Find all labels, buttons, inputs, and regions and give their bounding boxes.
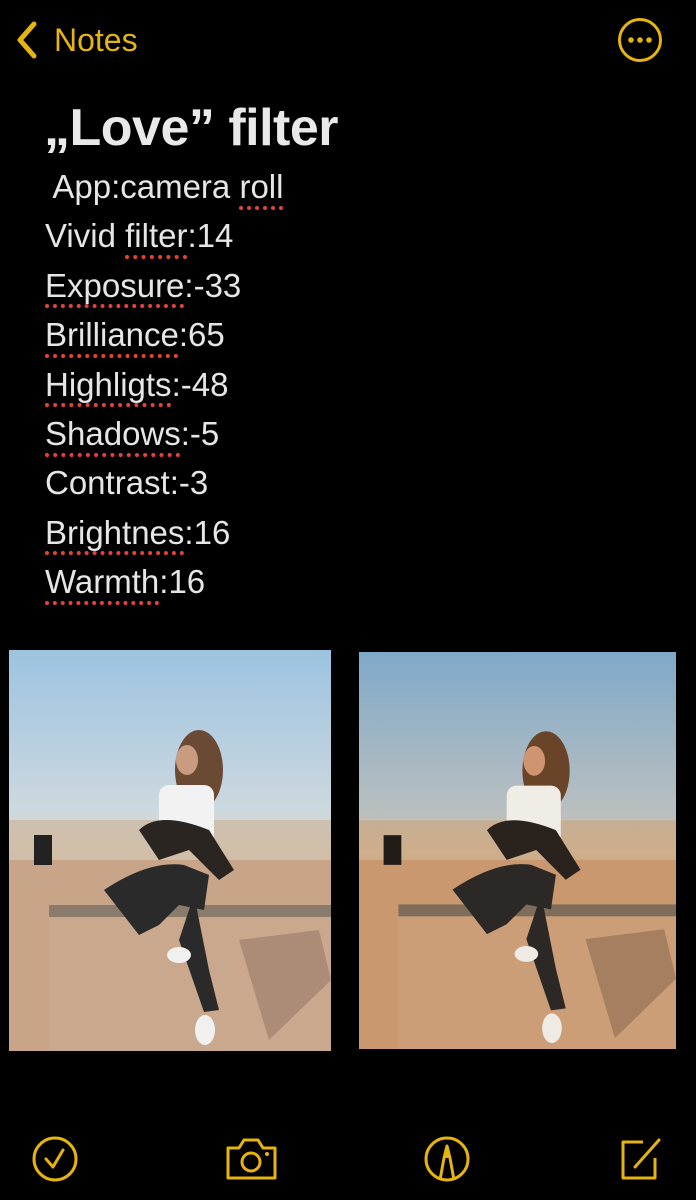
checklist-button[interactable] [30,1134,80,1184]
misspelled-word[interactable]: Shadows [45,415,181,452]
note-line[interactable]: Warmth:16 [45,563,205,601]
note-line[interactable]: Shadows:-5 [45,415,219,453]
misspelled-word[interactable]: Brightnes [45,514,184,551]
line-text: Vivid [45,217,126,255]
misspelled-word[interactable]: Warmth [45,563,159,600]
line-value: :65 [178,316,225,354]
photo-filtered[interactable] [359,652,676,1049]
camera-icon [226,1138,277,1180]
line-value: :-5 [180,415,220,452]
note-line[interactable]: Vivid filter:14 [45,217,233,255]
back-label: Notes [54,21,138,58]
checklist-icon [32,1136,78,1182]
photo-original[interactable] [9,650,331,1051]
line-value: :-33 [184,266,242,304]
note-line[interactable]: Exposure:-33 [45,267,241,305]
line-value: :-48 [171,365,229,403]
photo-image [359,652,676,1049]
camera-button[interactable] [224,1134,280,1184]
compose-button[interactable] [615,1134,665,1184]
markup-button[interactable] [422,1134,472,1184]
misspelled-word[interactable]: roll [239,168,283,205]
line-text: App:camera [45,168,240,205]
back-button[interactable]: Notes [14,18,138,62]
markup-pen-icon [424,1136,470,1182]
compose-icon [621,1138,661,1180]
more-options-button[interactable] [617,17,663,63]
line-text: Contrast:-3 [45,464,209,502]
line-value: :16 [159,563,206,601]
line-value: :16 [184,513,231,551]
chevron-left-icon [17,21,37,59]
misspelled-word[interactable]: Brilliance [45,316,179,353]
note-line[interactable]: Brilliance:65 [45,316,225,354]
note-line[interactable]: Brightnes:16 [45,514,230,552]
navigation-bar: Notes [0,0,696,80]
note-line[interactable]: Highligts:-48 [45,366,228,404]
misspelled-word[interactable]: Exposure [45,267,184,304]
note-line[interactable]: App:camera roll [45,168,283,206]
photo-image [9,650,331,1051]
note-line[interactable]: Contrast:-3 [45,464,208,502]
line-value: :14 [187,217,234,255]
misspelled-word[interactable]: Highligts [45,366,172,403]
misspelled-word[interactable]: filter [125,217,187,254]
note-title[interactable]: „Love” filter [44,98,339,158]
bottom-toolbar [0,1120,696,1200]
ellipsis-circle-icon [618,18,662,62]
